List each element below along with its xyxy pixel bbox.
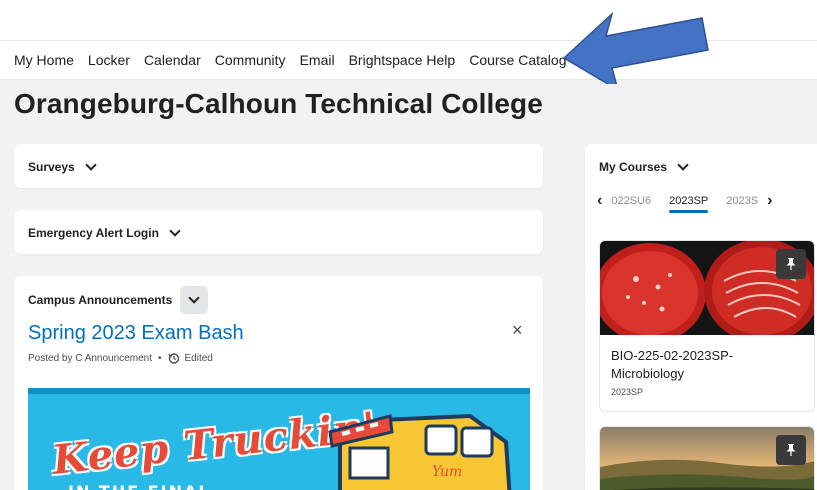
emergency-title: Emergency Alert Login (28, 226, 159, 240)
food-truck-illustration: Yum (328, 413, 512, 490)
announcement-image: Keep Truckin' IN THE FINAL Yum (28, 388, 530, 490)
announcements-widget: Campus Announcements Spring 2023 Exam Ba… (14, 276, 543, 490)
close-icon[interactable]: × (512, 320, 523, 341)
tab-term-2[interactable]: 2023S (726, 195, 758, 207)
term-tabs: ‹ 022SU6 2023SP 2023S › (597, 192, 772, 213)
pin-icon[interactable] (776, 435, 806, 465)
chevron-down-icon (85, 159, 97, 171)
edited-label: Edited (184, 352, 213, 364)
announcement-meta: Posted by C Announcement • Edited (28, 352, 213, 364)
announcements-title: Campus Announcements (28, 293, 173, 307)
nav-community[interactable]: Community (215, 52, 286, 68)
announcements-menu-button[interactable] (180, 286, 209, 314)
nav-email[interactable]: Email (300, 52, 335, 68)
page-title: Orangeburg-Calhoun Technical College (14, 88, 543, 119)
chevron-right-icon[interactable]: › (767, 192, 772, 210)
chevron-left-icon[interactable]: ‹ (597, 192, 602, 210)
emergency-header[interactable]: Emergency Alert Login (28, 225, 181, 240)
posted-by: Posted by C Announcement (28, 352, 152, 364)
tab-term-1[interactable]: 2023SP (669, 195, 709, 213)
announcements-header: Campus Announcements (28, 286, 209, 314)
my-courses-title: My Courses (599, 160, 668, 174)
nav-brightspace-help[interactable]: Brightspace Help (349, 52, 456, 68)
nav-course-catalog[interactable]: Course Catalog (469, 52, 566, 68)
truck-sign: Yum (432, 464, 462, 480)
my-courses-widget: My Courses ‹ 022SU6 2023SP 2023S › BIO-2… (585, 144, 817, 490)
banner-subheadline: IN THE FINAL (68, 482, 211, 490)
chevron-down-icon (677, 159, 689, 171)
surveys-header[interactable]: Surveys (28, 159, 97, 174)
nav-my-home[interactable]: My Home (14, 52, 74, 68)
announcement-title-link[interactable]: Spring 2023 Exam Bash (28, 322, 244, 345)
course-term: 2023SP (611, 387, 644, 397)
chevron-down-icon (169, 225, 181, 237)
emergency-widget: Emergency Alert Login (14, 210, 543, 254)
surveys-widget: Surveys (14, 144, 543, 188)
chevron-down-icon (188, 292, 200, 304)
nav-calendar[interactable]: Calendar (144, 52, 201, 68)
pin-icon[interactable] (776, 249, 806, 279)
arrow-annotation (562, 12, 709, 84)
nav-locker[interactable]: Locker (88, 52, 130, 68)
surveys-title: Surveys (28, 160, 75, 174)
course-name: BIO-225-02-2023SP-Microbiology (611, 348, 734, 381)
history-icon (167, 352, 180, 364)
tab-term-0[interactable]: 022SU6 (611, 195, 651, 207)
course-card[interactable] (599, 426, 815, 490)
my-courses-header[interactable]: My Courses (599, 159, 689, 174)
separator-dot: • (157, 352, 162, 364)
course-card[interactable]: BIO-225-02-2023SP-Microbiology 2023SP (599, 240, 815, 412)
